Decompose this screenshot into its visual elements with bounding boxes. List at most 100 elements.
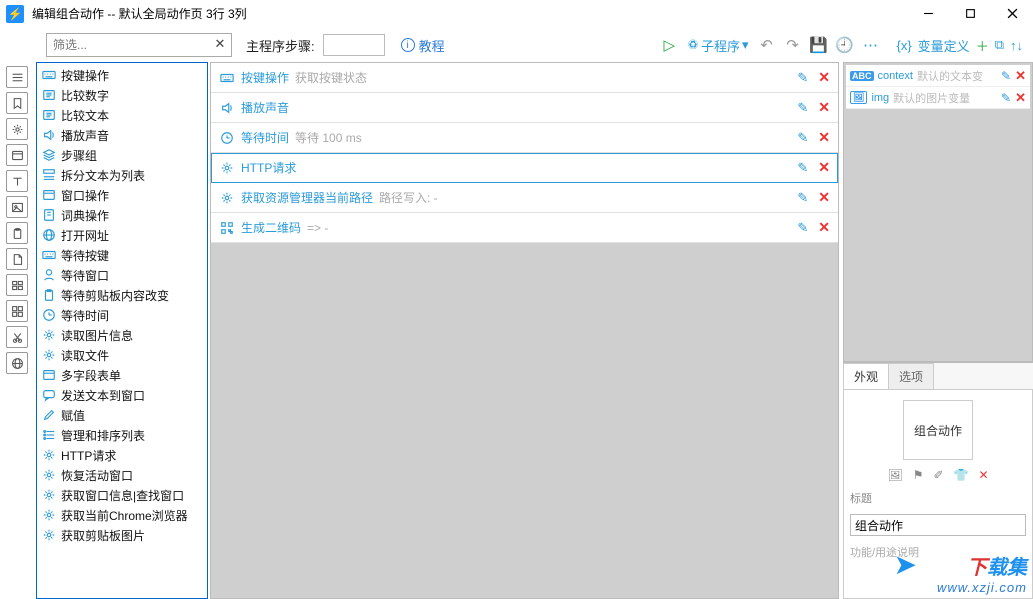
actionlib-item[interactable]: 比较数字	[37, 85, 207, 105]
actionlib-item[interactable]: 多字段表单	[37, 365, 207, 385]
step-edit-icon[interactable]: ✎	[797, 130, 808, 146]
step-edit-icon[interactable]: ✎	[797, 100, 808, 116]
var-add-icon[interactable]: ＋	[976, 36, 989, 55]
rail-image-icon[interactable]	[6, 196, 28, 218]
actionlib-item[interactable]: 比较文本	[37, 105, 207, 125]
actionlib-item[interactable]: 赋值	[37, 405, 207, 425]
actionlib-item[interactable]: 词典操作	[37, 205, 207, 225]
actionlib-item[interactable]: 窗口操作	[37, 185, 207, 205]
actionlib-item[interactable]: 等待剪贴板内容改变	[37, 285, 207, 305]
image-icon[interactable]: 🖼	[887, 468, 902, 482]
step-delete-icon[interactable]: ✕	[818, 189, 830, 206]
step-delete-icon[interactable]: ✕	[818, 99, 830, 116]
filter-wrap: ✕	[46, 33, 232, 57]
step-row[interactable]: 等待时间 等待 100 ms ✎ ✕	[211, 123, 838, 153]
rail-file-icon[interactable]	[6, 248, 28, 270]
actionlib-item[interactable]: 读取文件	[37, 345, 207, 365]
actionlib-item[interactable]: 等待窗口	[37, 265, 207, 285]
eyedropper-icon[interactable]: ✐	[933, 468, 943, 482]
rail-globe-icon[interactable]	[6, 352, 28, 374]
actionlib-item-icon	[41, 247, 57, 263]
actionlib-item[interactable]: 打开网址	[37, 225, 207, 245]
main-steps-input[interactable]	[323, 34, 385, 56]
main-steps-label: 主程序步骤:	[246, 36, 315, 55]
var-copy-icon[interactable]: ⧉	[995, 37, 1004, 53]
flag-icon[interactable]: ⚑	[913, 468, 924, 482]
step-row[interactable]: 播放声音 ✎ ✕	[211, 93, 838, 123]
step-delete-icon[interactable]: ✕	[818, 159, 830, 176]
minimize-button[interactable]	[907, 0, 949, 28]
variable-row[interactable]: 🖼 img 默认的图片变量 ✎ ✕	[846, 87, 1030, 109]
step-delete-icon[interactable]: ✕	[818, 129, 830, 146]
property-tabs: 外观 选项	[843, 363, 1033, 389]
tab-options[interactable]: 选项	[888, 363, 934, 389]
actionlib-item[interactable]: 恢复活动窗口	[37, 465, 207, 485]
step-row[interactable]: 按键操作 获取按键状态 ✎ ✕	[211, 63, 838, 93]
tab-appearance[interactable]: 外观	[843, 363, 889, 389]
step-row[interactable]: 生成二维码 => - ✎ ✕	[211, 213, 838, 243]
var-type-badge: 🖼	[850, 91, 867, 104]
actionlib-item-icon	[41, 467, 57, 483]
rail-clipboard-icon[interactable]	[6, 222, 28, 244]
actionlib-item[interactable]: 读取图片信息	[37, 325, 207, 345]
rail-cut-icon[interactable]	[6, 326, 28, 348]
step-delete-icon[interactable]: ✕	[818, 219, 830, 236]
variable-row[interactable]: ABC context 默认的文本变 ✎ ✕	[846, 65, 1030, 87]
title-field-input[interactable]	[850, 514, 1026, 536]
var-delete-icon[interactable]: ✕	[1015, 90, 1026, 106]
run-icon[interactable]: ▷	[661, 37, 677, 53]
actionlib-item[interactable]: 等待按键	[37, 245, 207, 265]
actionlib-item[interactable]: 获取剪贴板图片	[37, 525, 207, 545]
close-button[interactable]	[991, 0, 1033, 28]
step-edit-icon[interactable]: ✎	[797, 160, 808, 176]
actionlib-item-label: 恢复活动窗口	[61, 467, 133, 484]
rail-bookmark-icon[interactable]	[6, 92, 28, 114]
step-row[interactable]: 获取资源管理器当前路径 路径写入: - ✎ ✕	[211, 183, 838, 213]
actionlib-item-label: 等待按键	[61, 247, 109, 264]
actionlib-item[interactable]: 获取当前Chrome浏览器	[37, 505, 207, 525]
actionlib-item[interactable]: HTTP请求	[37, 445, 207, 465]
var-edit-icon[interactable]: ✎	[1001, 69, 1011, 83]
var-delete-icon[interactable]: ✕	[1015, 68, 1026, 84]
actionlib-item[interactable]: 按键操作	[37, 65, 207, 85]
actionlib-item[interactable]: 管理和排序列表	[37, 425, 207, 445]
save-icon[interactable]: 💾	[810, 37, 826, 53]
actionlib-item[interactable]: 步骤组	[37, 145, 207, 165]
maximize-button[interactable]	[949, 0, 991, 28]
rail-menu-icon[interactable]	[6, 66, 28, 88]
step-delete-icon[interactable]: ✕	[818, 69, 830, 86]
rail-window-icon[interactable]	[6, 144, 28, 166]
rail-text-icon[interactable]	[6, 170, 28, 192]
more-icon[interactable]: ⋯	[862, 37, 878, 53]
actionlib-item[interactable]: 获取窗口信息|查找窗口	[37, 485, 207, 505]
rail-windows-icon[interactable]	[6, 274, 28, 296]
actionlib-item[interactable]: 播放声音	[37, 125, 207, 145]
rail-grid-icon[interactable]	[6, 300, 28, 322]
step-edit-icon[interactable]: ✎	[797, 190, 808, 206]
actionlib-item-label: 读取文件	[61, 347, 109, 364]
var-sort-icon[interactable]: ↑↓	[1010, 38, 1023, 53]
redo-icon[interactable]: ↷	[784, 37, 800, 53]
delete-icon[interactable]: ✕	[978, 468, 988, 482]
step-edit-icon[interactable]: ✎	[797, 70, 808, 86]
var-edit-icon[interactable]: ✎	[1001, 91, 1011, 105]
filter-clear-icon[interactable]: ✕	[212, 36, 228, 52]
actionlib-item-icon	[41, 427, 57, 443]
step-edit-icon[interactable]: ✎	[797, 220, 808, 236]
actionlib-item-icon	[41, 447, 57, 463]
actionlib-item-label: HTTP请求	[61, 447, 116, 464]
filter-input[interactable]	[46, 33, 232, 57]
history-icon[interactable]: 🕘	[836, 37, 852, 53]
actionlib-item[interactable]: 发送文本到窗口	[37, 385, 207, 405]
step-icon	[219, 130, 235, 146]
actionlib-item[interactable]: 拆分文本为列表	[37, 165, 207, 185]
actionlib-item-label: 按键操作	[61, 67, 109, 84]
tutorial-link[interactable]: i教程	[401, 36, 445, 55]
undo-icon[interactable]: ↶	[758, 37, 774, 53]
preview-box: 组合动作	[903, 400, 973, 460]
shirt-icon[interactable]: 👕	[954, 468, 969, 482]
rail-gear-icon[interactable]	[6, 118, 28, 140]
actionlib-item[interactable]: 等待时间	[37, 305, 207, 325]
subroutine-dropdown[interactable]: ♽ 子程序 ▾	[687, 36, 748, 55]
step-row[interactable]: HTTP请求 ✎ ✕	[211, 153, 838, 183]
